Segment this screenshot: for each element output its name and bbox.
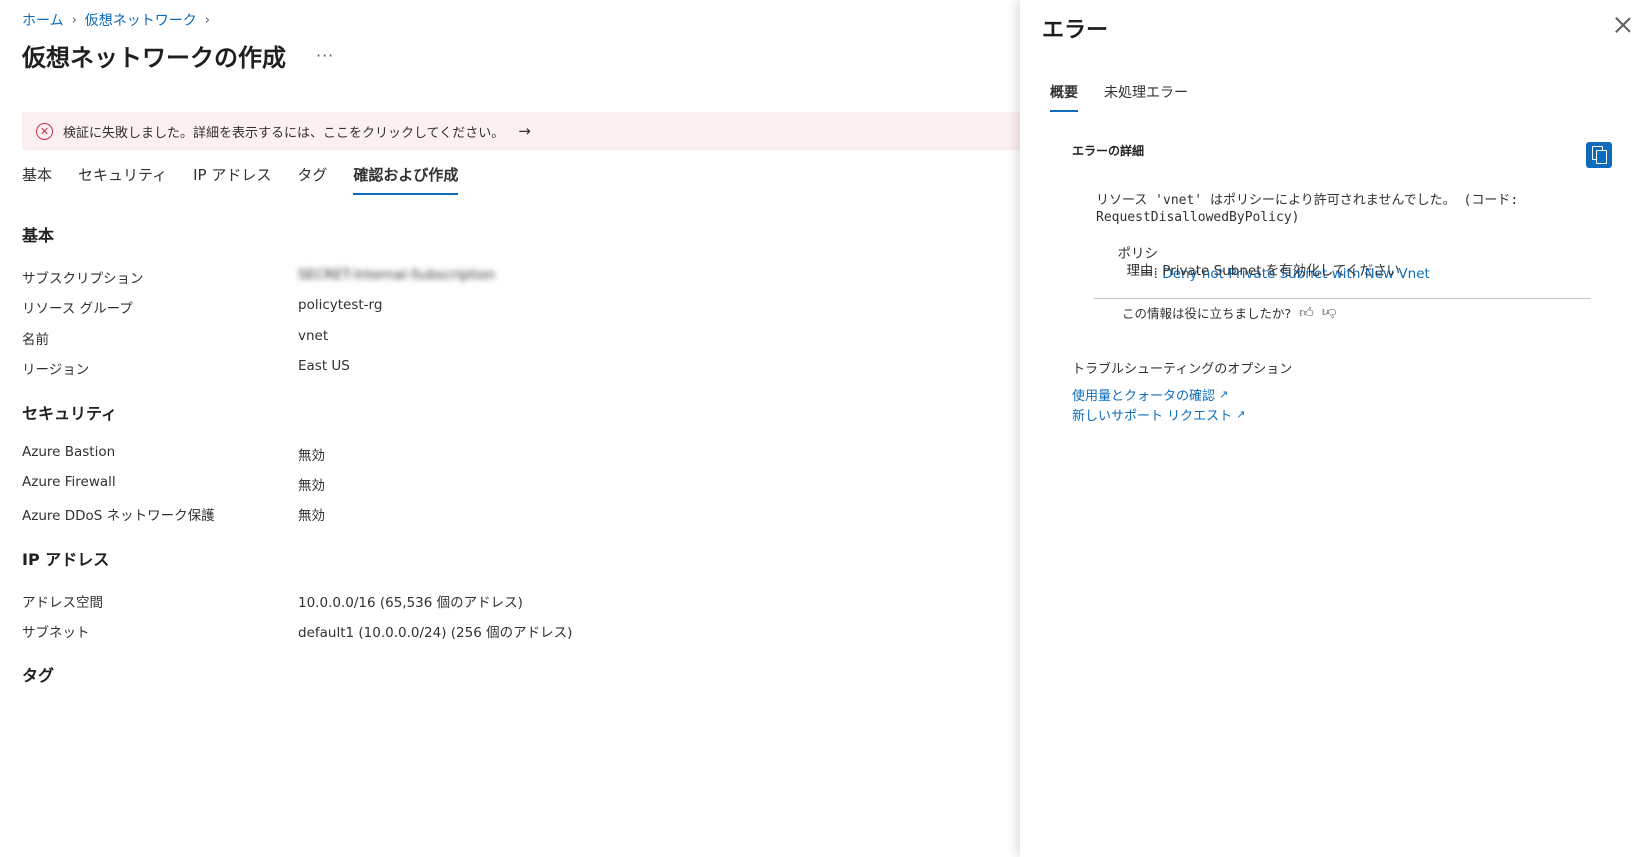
arrow-right-icon: → [518,122,531,140]
chevron-right-icon: › [71,12,77,28]
validation-error-banner[interactable]: ✕ 検証に失敗しました。詳細を表示するには、ここをクリックしてください。 → [22,112,1020,150]
section-title-ip: IP アドレス [22,550,110,569]
row-label: アドレス空間 [22,595,103,611]
row-label: 名前 [22,332,49,348]
banner-text: 検証に失敗しました。詳細を表示するには、ここをクリックしてください。 [63,125,505,141]
row-value: 無効 [298,448,325,464]
section-title-tags: タグ [22,666,55,685]
external-link-icon: ↗ [1219,388,1229,401]
tab-tags[interactable]: タグ [297,164,327,195]
tab-overview[interactable]: 概要 [1050,82,1078,112]
error-circle-icon: ✕ [36,122,53,140]
row-label: Azure Bastion [22,444,116,460]
tab-ip-addresses[interactable]: IP アドレス [193,164,271,195]
more-options-button[interactable]: ··· [316,46,334,65]
tab-security[interactable]: セキュリティ [78,164,167,195]
row-label: サブネット [22,625,90,641]
summary-row: リージョン East US [22,358,350,378]
wizard-tabs: 基本 セキュリティ IP アドレス タグ 確認および作成 [22,164,484,195]
row-value: 無効 [298,508,325,524]
error-message: リソース 'vnet' はポリシーにより許可されませんでした。 (コード: Re… [1096,193,1519,225]
summary-row: Azure DDoS ネットワーク保護 無効 [22,504,325,524]
link-label: 使用量とクォータの確認 [1072,389,1216,404]
reason-value: Private Subnet を有効化してください [1162,263,1400,279]
row-value: SECRET-Internal-Subscription [298,267,496,283]
support-request-link[interactable]: 新しいサポート リクエスト ↗ [1072,405,1245,424]
row-value: 10.0.0.0/16 (65,536 個のアドレス) [298,595,523,611]
summary-row: サブネット default1 (10.0.0.0/24) (256 個のアドレス… [22,621,572,641]
section-title-basics: 基本 [22,226,55,245]
error-panel: エラー 概要 未処理エラー エラーの詳細 リソース 'vnet' はポリシーによ… [1020,0,1652,857]
summary-row: Azure Bastion 無効 [22,444,325,464]
close-icon[interactable] [1612,14,1634,36]
row-value: East US [298,358,350,374]
summary-row: リソース グループ policytest-rg [22,297,382,317]
reason-key: 理由: [1126,263,1158,279]
troubleshooting-title: トラブルシューティングのオプション [1072,362,1293,377]
breadcrumb-vnet[interactable]: 仮想ネットワーク [85,10,197,30]
row-label: リソース グループ [22,301,133,317]
breadcrumb-home[interactable]: ホーム [22,10,64,30]
row-value: vnet [298,328,329,344]
row-value: policytest-rg [298,297,383,313]
tab-basics[interactable]: 基本 [22,164,52,195]
row-label: Azure DDoS ネットワーク保護 [22,508,215,524]
reason-row: 理由: Private Subnet を有効化してください [1108,259,1400,279]
chevron-right-icon: › [204,12,210,28]
summary-row: Azure Firewall 無効 [22,474,325,494]
row-value: default1 (10.0.0.0/24) (256 個のアドレス) [298,625,573,641]
main-content: ホーム › 仮想ネットワーク › 仮想ネットワークの作成 ··· ✕ 検証に失敗… [0,0,1020,857]
thumbs-down-icon[interactable]: 👍︎ [1322,304,1337,321]
feedback-question: この情報は役に立ちましたか? [1122,306,1292,321]
section-title-security: セキュリティ [22,404,118,423]
divider [1094,298,1591,299]
usage-quota-link[interactable]: 使用量とクォータの確認 ↗ [1072,385,1228,404]
row-label: Azure Firewall [22,474,116,490]
breadcrumb: ホーム › 仮想ネットワーク › [22,10,218,30]
external-link-icon: ↗ [1236,408,1246,421]
summary-row: アドレス空間 10.0.0.0/16 (65,536 個のアドレス) [22,591,523,611]
row-label: リージョン [22,362,90,378]
panel-tabs: 概要 未処理エラー [1050,82,1214,112]
feedback-row: この情報は役に立ちましたか? 👍︎ 👍︎ [1122,303,1336,322]
copy-icon[interactable] [1586,142,1612,168]
link-label: 新しいサポート リクエスト [1072,409,1233,424]
row-value: 無効 [298,478,325,494]
summary-row: サブスクリプション SECRET-Internal-Subscription [22,267,495,287]
thumbs-up-icon[interactable]: 👍︎ [1299,304,1314,321]
tab-raw-error[interactable]: 未処理エラー [1104,82,1188,112]
row-label: サブスクリプション [22,271,144,287]
summary-row: 名前 vnet [22,328,328,348]
error-details-title: エラーの詳細 [1072,144,1145,158]
panel-title: エラー [1042,18,1109,43]
page-title: 仮想ネットワークの作成 [22,44,286,72]
tab-review-create[interactable]: 確認および作成 [353,164,459,195]
page-header: 仮想ネットワークの作成 ··· [22,38,334,73]
